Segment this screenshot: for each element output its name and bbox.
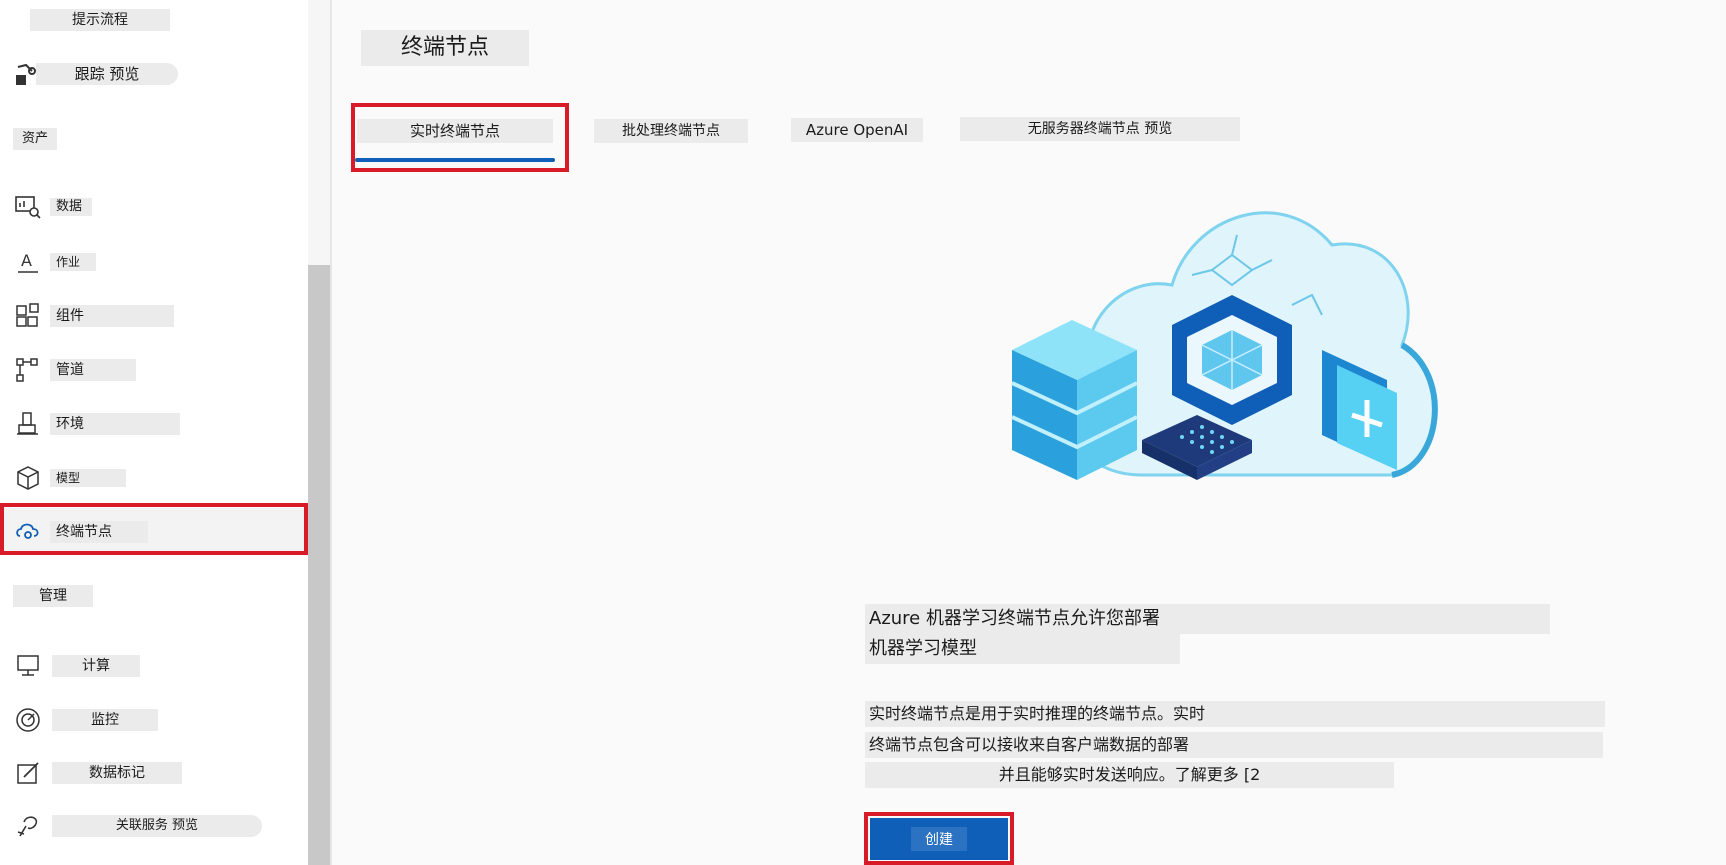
sidebar-item-label: 数据标记	[52, 762, 182, 784]
manage-section-header: 管理	[13, 585, 93, 607]
sidebar-item-components[interactable]: 组件	[0, 294, 300, 338]
data-icon	[15, 196, 41, 219]
pipelines-icon	[16, 358, 38, 382]
svg-text:A: A	[21, 251, 32, 270]
intro-heading-line-2: 机器学习模型	[865, 634, 1180, 664]
main-content: 终端节点 实时终端节点 批处理终端节点 Azure OpenAI 无服务器终端节…	[332, 0, 1726, 865]
models-icon	[17, 466, 39, 490]
sidebar-item-data[interactable]: 数据	[0, 185, 300, 229]
prompt-flow-link[interactable]: 提示流程	[30, 9, 170, 31]
tab-azure-openai[interactable]: Azure OpenAI	[791, 118, 923, 142]
data-labeling-icon	[17, 762, 39, 784]
tab-batch-endpoints[interactable]: 批处理终端节点	[594, 119, 748, 143]
sidebar-item-label: 作业	[50, 253, 96, 271]
server-stack-icon	[1011, 320, 1138, 480]
jobs-icon: A	[18, 251, 38, 273]
create-button-highlight-box	[864, 812, 1014, 865]
sidebar-item-label: 计算	[52, 655, 140, 677]
sidebar-item-compute[interactable]: 计算	[0, 644, 300, 688]
linked-services-icon	[17, 816, 38, 837]
monitoring-icon	[16, 708, 40, 732]
endpoints-highlight-box	[0, 503, 308, 555]
sidebar-item-label: 关联服务 预览	[52, 815, 262, 837]
sidebar-item-label: 组件	[50, 305, 174, 327]
sidebar-scrollbar-thumb[interactable]	[308, 265, 330, 865]
sidebar: 提示流程 跟踪 预览 资产 数据 A 作业 组件 管道 环境 模型 终端节点 管…	[0, 0, 308, 865]
intro-heading-line-1: Azure 机器学习终端节点允许您部署	[865, 604, 1550, 634]
endpoints-illustration	[1011, 211, 1438, 480]
page-title: 终端节点	[361, 30, 529, 66]
realtime-tab-highlight-box	[351, 103, 569, 172]
description-line-1: 实时终端节点是用于实时推理的终端节点。实时	[865, 701, 1605, 727]
sidebar-item-linked-services[interactable]: 关联服务 预览	[0, 804, 300, 848]
environments-icon	[17, 412, 38, 435]
tab-serverless-endpoints[interactable]: 无服务器终端节点 预览	[960, 117, 1240, 141]
sidebar-item-environments[interactable]: 环境	[0, 402, 300, 446]
components-icon	[16, 303, 39, 327]
tracing-label: 跟踪 预览	[36, 63, 178, 85]
sidebar-item-label: 模型	[50, 469, 126, 487]
sidebar-item-models[interactable]: 模型	[0, 456, 300, 500]
sidebar-item-monitoring[interactable]: 监控	[0, 698, 300, 742]
description-line-2: 终端节点包含可以接收来自客户端数据的部署	[865, 732, 1603, 758]
sidebar-item-data-labeling[interactable]: 数据标记	[0, 751, 300, 795]
sidebar-item-pipelines[interactable]: 管道	[0, 348, 300, 392]
sidebar-item-label: 管道	[50, 359, 136, 381]
sidebar-item-tracing[interactable]: 跟踪 预览	[0, 53, 300, 97]
sidebar-item-label: 监控	[52, 709, 158, 731]
assets-section-header: 资产	[13, 128, 57, 150]
description-line-3[interactable]: 并且能够实时发送响应。了解更多 [2	[865, 762, 1394, 788]
sidebar-item-label: 环境	[50, 413, 180, 435]
sidebar-item-jobs[interactable]: A 作业	[0, 240, 300, 284]
sidebar-item-label: 数据	[50, 198, 92, 216]
compute-icon	[17, 655, 39, 676]
